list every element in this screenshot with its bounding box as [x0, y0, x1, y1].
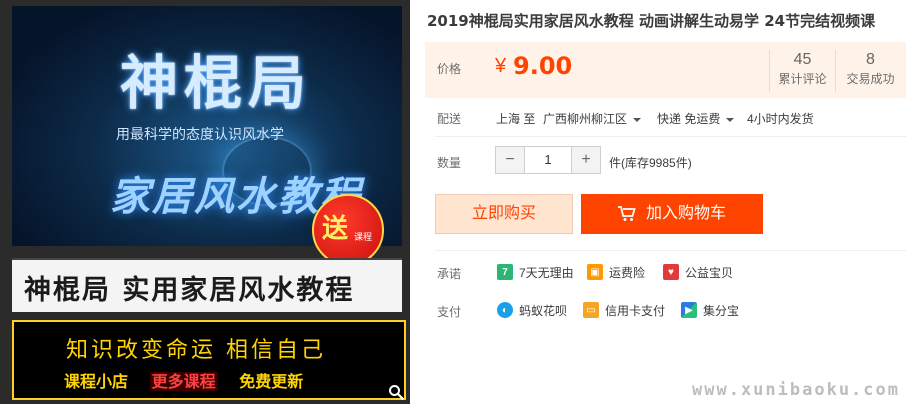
shipping-from: 上海 至	[496, 112, 536, 126]
sales-label: 交易成功	[846, 72, 895, 86]
quantity-increase-button[interactable]: +	[572, 147, 600, 173]
shipping-destination: 广西柳州柳江区	[543, 112, 628, 126]
guarantee-label: 承诺	[437, 267, 462, 281]
payment-text: 信用卡支付	[605, 303, 666, 318]
magnifier-icon[interactable]	[388, 384, 404, 400]
quantity-stepper: − 1 +	[495, 146, 601, 174]
guarantee-shipping-insurance[interactable]: ▣ 运费险	[587, 262, 645, 282]
shipping-destination-select[interactable]: 广西柳州柳江区	[543, 110, 642, 127]
shipping-time: 4小时内发货	[747, 112, 814, 126]
price-value: 9.00	[513, 52, 573, 80]
guarantee-text: 7天无理由	[519, 265, 574, 280]
shipping-label: 配送	[437, 112, 462, 126]
guarantee-text: 公益宝贝	[685, 265, 734, 280]
stat-reviews[interactable]: 45 累计评论	[769, 50, 835, 92]
image-promo-box: 知识改变命运 相信自己 课程小店 更多课程 免费更新	[12, 320, 406, 400]
promo-shop: 课程小店	[64, 372, 129, 391]
price-currency: ¥	[495, 55, 507, 77]
shipping-method: 快递 免运费	[657, 112, 721, 126]
gift-badge-sub: 课程	[354, 232, 373, 242]
product-detail-panel: 2019神棍局实用家居风水教程 动画讲解生动易学 24节完结视频课 价格 ¥ 9…	[425, 0, 906, 404]
quantity-decrease-button[interactable]: −	[496, 147, 524, 173]
brand-title: 神棍局	[120, 49, 313, 117]
chevron-down-icon	[726, 117, 735, 122]
jifenbao-icon: ▶	[681, 302, 697, 318]
quantity-row: 数量 − 1 + 件(库存9985件)	[425, 146, 906, 176]
payment-label: 支付	[437, 305, 462, 319]
payment-huabei[interactable]: ◐ 蚂蚁花呗	[497, 300, 567, 320]
quantity-input[interactable]: 1	[524, 147, 572, 173]
price-panel: 价格 ¥ 9.00 45 累计评论 8 交易成功	[425, 42, 906, 98]
add-to-cart-button[interactable]: 加入购物车	[581, 194, 763, 234]
sales-count: 8	[866, 51, 875, 68]
price-label: 价格	[437, 62, 462, 76]
reviews-label: 累计评论	[778, 72, 827, 86]
promo-free-update: 免费更新	[239, 372, 304, 391]
stat-sales: 8 交易成功	[835, 50, 905, 92]
image-banner: 神棍局 实用家居风水教程	[12, 258, 402, 312]
guarantee-charity[interactable]: ♥ 公益宝贝	[663, 262, 733, 282]
shipping-row: 配送 上海 至 广西柳州柳江区 快递 免运费 4小时内发货	[425, 104, 906, 130]
guarantee-text: 运费险	[609, 265, 646, 280]
divider	[435, 250, 906, 251]
quantity-label: 数量	[437, 156, 462, 170]
divider	[435, 136, 906, 137]
product-main-image[interactable]: 神棍局 用最科学的态度认识风水学 家居风水教程 送 课程 神棍局 实用家居风水教…	[0, 0, 410, 404]
product-title: 2019神棍局实用家居风水教程 动画讲解生动易学 24节完结视频课	[427, 12, 876, 30]
seven-day-icon: 7	[497, 264, 513, 280]
charity-heart-icon: ♥	[663, 264, 679, 280]
payment-text: 蚂蚁花呗	[519, 303, 568, 318]
image-banner-text: 神棍局 实用家居风水教程	[24, 275, 355, 306]
shipping-method-select[interactable]: 快递 免运费	[657, 110, 735, 127]
payment-credit-card[interactable]: ▭ 信用卡支付	[583, 300, 665, 320]
gift-badge-main: 送	[322, 214, 349, 244]
shipping-insurance-icon: ▣	[587, 264, 603, 280]
payment-text: 集分宝	[703, 303, 740, 318]
cart-icon	[617, 206, 636, 221]
credit-card-icon: ▭	[583, 302, 599, 318]
gift-badge: 送 课程	[312, 194, 384, 266]
promo-more-courses: 更多课程	[149, 372, 218, 391]
watermark: www.xunibaoku.com	[692, 380, 900, 400]
reviews-count: 45	[793, 51, 812, 68]
stock-info: 件(库存9985件)	[609, 156, 692, 170]
chevron-down-icon	[633, 117, 642, 122]
guarantee-row: 承诺 7 7天无理由 ▣ 运费险 ♥ 公益宝贝	[425, 262, 906, 282]
add-to-cart-label: 加入购物车	[645, 205, 726, 222]
guarantee-seven-day[interactable]: 7 7天无理由	[497, 262, 574, 282]
payment-row: 支付 ◐ 蚂蚁花呗 ▭ 信用卡支付 ▶ 集分宝	[425, 300, 906, 320]
promo-line-2: 课程小店 更多课程 免费更新	[64, 368, 319, 392]
brand-slogan: 用最科学的态度认识风水学	[116, 127, 284, 143]
payment-jifenbao[interactable]: ▶ 集分宝	[681, 300, 739, 320]
promo-line-1: 知识改变命运 相信自己	[66, 338, 326, 363]
huabei-icon: ◐	[497, 302, 513, 318]
buy-now-button[interactable]: 立即购买	[435, 194, 573, 234]
